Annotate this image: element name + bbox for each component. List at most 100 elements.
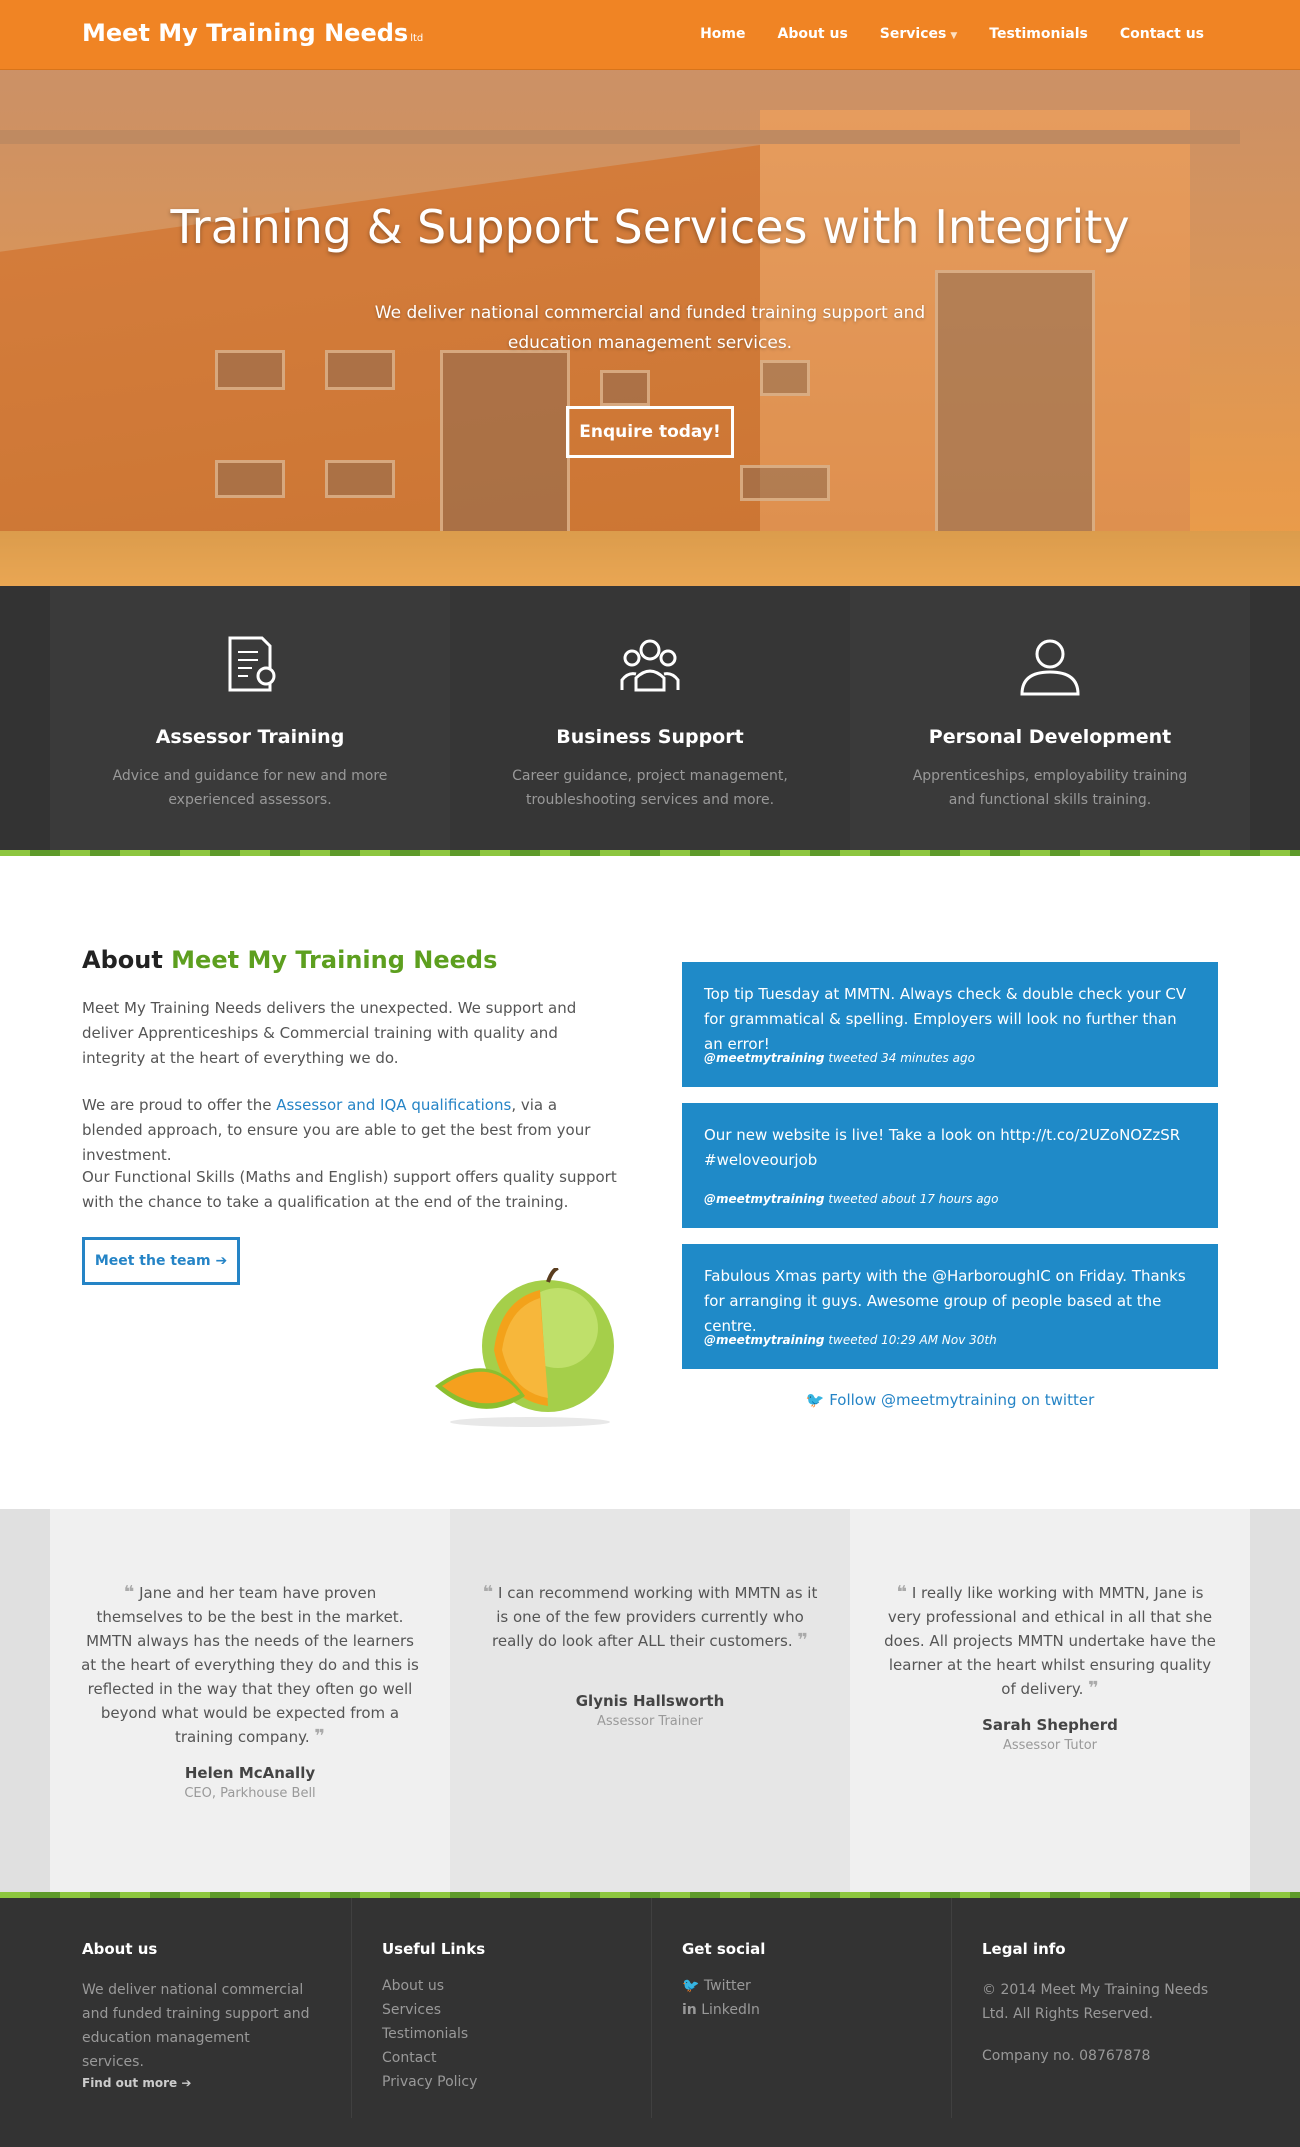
service-title: Personal Development xyxy=(928,726,1172,748)
testimonial-card: ❝ I really like working with MMTN, Jane … xyxy=(850,1509,1250,1892)
quote-text: Jane and her team have proven themselves… xyxy=(81,1584,419,1746)
tweet-time: tweeted 10:29 AM Nov 30th xyxy=(828,1333,997,1347)
footer-legal: Legal info © 2014 Meet My Training Needs… xyxy=(982,1898,1222,2118)
about-heading: About Meet My Training Needs xyxy=(82,946,497,974)
service-card-personal[interactable]: Personal Development Apprenticeships, em… xyxy=(850,586,1250,850)
brand-logo[interactable]: Meet My Training Needs ltd xyxy=(82,19,423,47)
footer-heading: Get social xyxy=(682,1940,766,1958)
find-out-more-label: Find out more xyxy=(82,2076,178,2090)
footer: About us We deliver national commercial … xyxy=(0,1898,1300,2147)
footer-link-twitter[interactable]: 🐦 Twitter xyxy=(682,1978,751,1994)
nav-contact[interactable]: Contact us xyxy=(1120,26,1204,42)
testimonial-quote: ❝ Jane and her team have proven themselv… xyxy=(80,1581,420,1749)
quote-text: I really like working with MMTN, Jane is… xyxy=(884,1584,1216,1698)
footer-copyright: © 2014 Meet My Training Needs Ltd. All R… xyxy=(982,1982,1209,2022)
certificate-icon xyxy=(228,636,276,692)
user-icon xyxy=(1020,639,1080,696)
footer-link-testimonials[interactable]: Testimonials xyxy=(382,2026,468,2042)
footer-heading: Legal info xyxy=(982,1940,1066,1958)
footer-heading: Useful Links xyxy=(382,1940,486,1958)
tweet-time: tweeted 34 minutes ago xyxy=(828,1051,975,1065)
arrow-right-icon: ➔ xyxy=(181,2076,192,2090)
find-out-more-link[interactable]: Find out more ➔ xyxy=(82,2076,191,2090)
footer-heading: About us xyxy=(82,1940,158,1958)
testimonial-card: ❝ I can recommend working with MMTN as i… xyxy=(450,1509,850,1892)
tweet-handle[interactable]: @meetmytraining xyxy=(704,1333,825,1347)
testimonial-role: CEO, Parkhouse Bell xyxy=(184,1786,316,1801)
quote-open-icon: ❝ xyxy=(896,1582,908,1603)
meet-team-button[interactable]: Meet the team ➔ xyxy=(82,1237,240,1285)
service-title: Business Support xyxy=(556,726,744,748)
testimonial-role: Assessor Tutor xyxy=(1002,1738,1097,1753)
meet-team-label: Meet the team xyxy=(94,1253,211,1269)
testimonial-role: Assessor Trainer xyxy=(597,1714,703,1729)
arrow-right-icon: ➔ xyxy=(215,1253,228,1269)
service-desc: Career guidance, project management, tro… xyxy=(512,768,788,808)
service-card-business[interactable]: Business Support Career guidance, projec… xyxy=(450,586,850,850)
main-menu: Home About us Services ▼ Testimonials Con… xyxy=(700,26,1204,42)
linkedin-icon: in xyxy=(682,2002,697,2018)
quote-close-icon: ❞ xyxy=(1088,1678,1099,1699)
brand-name: Meet My Training Needs xyxy=(82,19,409,47)
tweet-text: Our new website is live! Take a look on … xyxy=(704,1126,1181,1169)
footer-link-about[interactable]: About us xyxy=(382,1978,444,1994)
twitter-icon: 🐦 xyxy=(805,1391,825,1409)
footer-link-linkedin[interactable]: in LinkedIn xyxy=(682,2002,760,2018)
nav-testimonials[interactable]: Testimonials xyxy=(989,26,1088,42)
footer-link-twitter-label: Twitter xyxy=(703,1978,751,1994)
assessor-iqa-link[interactable]: Assessor and IQA qualifications xyxy=(276,1096,511,1114)
tweet-handle[interactable]: @meetmytraining xyxy=(704,1192,825,1206)
tweet-card[interactable]: Our new website is live! Take a look on … xyxy=(682,1103,1218,1228)
enquire-button[interactable]: Enquire today! xyxy=(566,406,734,458)
chevron-down-icon: ▼ xyxy=(950,31,958,41)
tweet-text: Fabulous Xmas party with the @Harborough… xyxy=(704,1267,1186,1335)
footer-link-privacy[interactable]: Privacy Policy xyxy=(382,2074,477,2090)
tweet-handle[interactable]: @meetmytraining xyxy=(704,1051,825,1065)
top-navbar: Meet My Training Needs ltd Home About us … xyxy=(0,0,1300,70)
service-desc: Apprenticeships, employability training … xyxy=(912,768,1188,808)
nav-services[interactable]: Services ▼ xyxy=(880,26,957,42)
footer-link-linkedin-label: LinkedIn xyxy=(701,2002,760,2018)
tweet-card[interactable]: Top tip Tuesday at MMTN. Always check & … xyxy=(682,962,1218,1087)
footer-links: Useful Links About us Services Testimoni… xyxy=(382,1898,652,2118)
apple-orange-image xyxy=(435,1268,614,1427)
services-section: Assessor Training Advice and guidance fo… xyxy=(0,586,1300,850)
testimonial-quote: ❝ I really like working with MMTN, Jane … xyxy=(880,1581,1220,1701)
nav-services-label: Services xyxy=(879,26,947,42)
hero-banner: Training & Support Services with Integri… xyxy=(0,70,1300,586)
footer-about-text: We deliver national commercial and funde… xyxy=(82,1982,310,2070)
footer-social: Get social 🐦 Twitter in LinkedIn xyxy=(682,1898,952,2118)
about-paragraph-3: Our Functional Skills (Maths and English… xyxy=(82,1168,617,1211)
twitter-icon: 🐦 xyxy=(682,1978,700,1994)
green-stripe-divider xyxy=(0,850,1300,856)
tweet-meta: @meetmytraining tweeted 34 minutes ago xyxy=(704,1051,975,1065)
about-heading-prefix: About xyxy=(82,946,163,974)
hero-title: Training & Support Services with Integri… xyxy=(170,200,1130,254)
testimonial-card: ❝ Jane and her team have proven themselv… xyxy=(50,1509,450,1892)
follow-text: Follow @meetmytraining on twitter xyxy=(829,1391,1095,1409)
group-icon xyxy=(620,639,680,692)
tweet-time: tweeted about 17 hours ago xyxy=(828,1192,999,1206)
nav-about[interactable]: About us xyxy=(777,26,847,42)
follow-twitter-link[interactable]: 🐦 Follow @meetmytraining on twitter xyxy=(682,1391,1218,1409)
tweet-card[interactable]: Fabulous Xmas party with the @Harborough… xyxy=(682,1244,1218,1369)
footer-link-services[interactable]: Services xyxy=(382,2002,441,2018)
hero-subtitle: We deliver national commercial and funde… xyxy=(374,303,926,353)
service-title: Assessor Training xyxy=(155,726,345,748)
brand-suffix: ltd xyxy=(410,33,424,44)
quote-open-icon: ❝ xyxy=(482,1582,494,1603)
service-desc: Advice and guidance for new and more exp… xyxy=(112,768,388,808)
service-card-assessor[interactable]: Assessor Training Advice and guidance fo… xyxy=(50,586,450,850)
about-p2-text: We are proud to offer the xyxy=(82,1096,277,1114)
nav-home[interactable]: Home xyxy=(700,26,745,42)
about-paragraph-1: Meet My Training Needs delivers the unex… xyxy=(82,999,577,1067)
testimonial-quote: ❝ I can recommend working with MMTN as i… xyxy=(480,1581,820,1653)
quote-close-icon: ❞ xyxy=(314,1726,325,1747)
testimonial-name: Sarah Shepherd xyxy=(982,1716,1118,1734)
quote-open-icon: ❝ xyxy=(123,1582,135,1603)
about-paragraph-2: We are proud to offer the Assessor and I… xyxy=(82,1093,622,1168)
testimonial-name: Helen McAnally xyxy=(184,1764,316,1782)
footer-link-contact[interactable]: Contact xyxy=(382,2050,436,2066)
about-heading-highlight: Meet My Training Needs xyxy=(171,946,498,974)
footer-about: About us We deliver national commercial … xyxy=(82,1898,352,2118)
